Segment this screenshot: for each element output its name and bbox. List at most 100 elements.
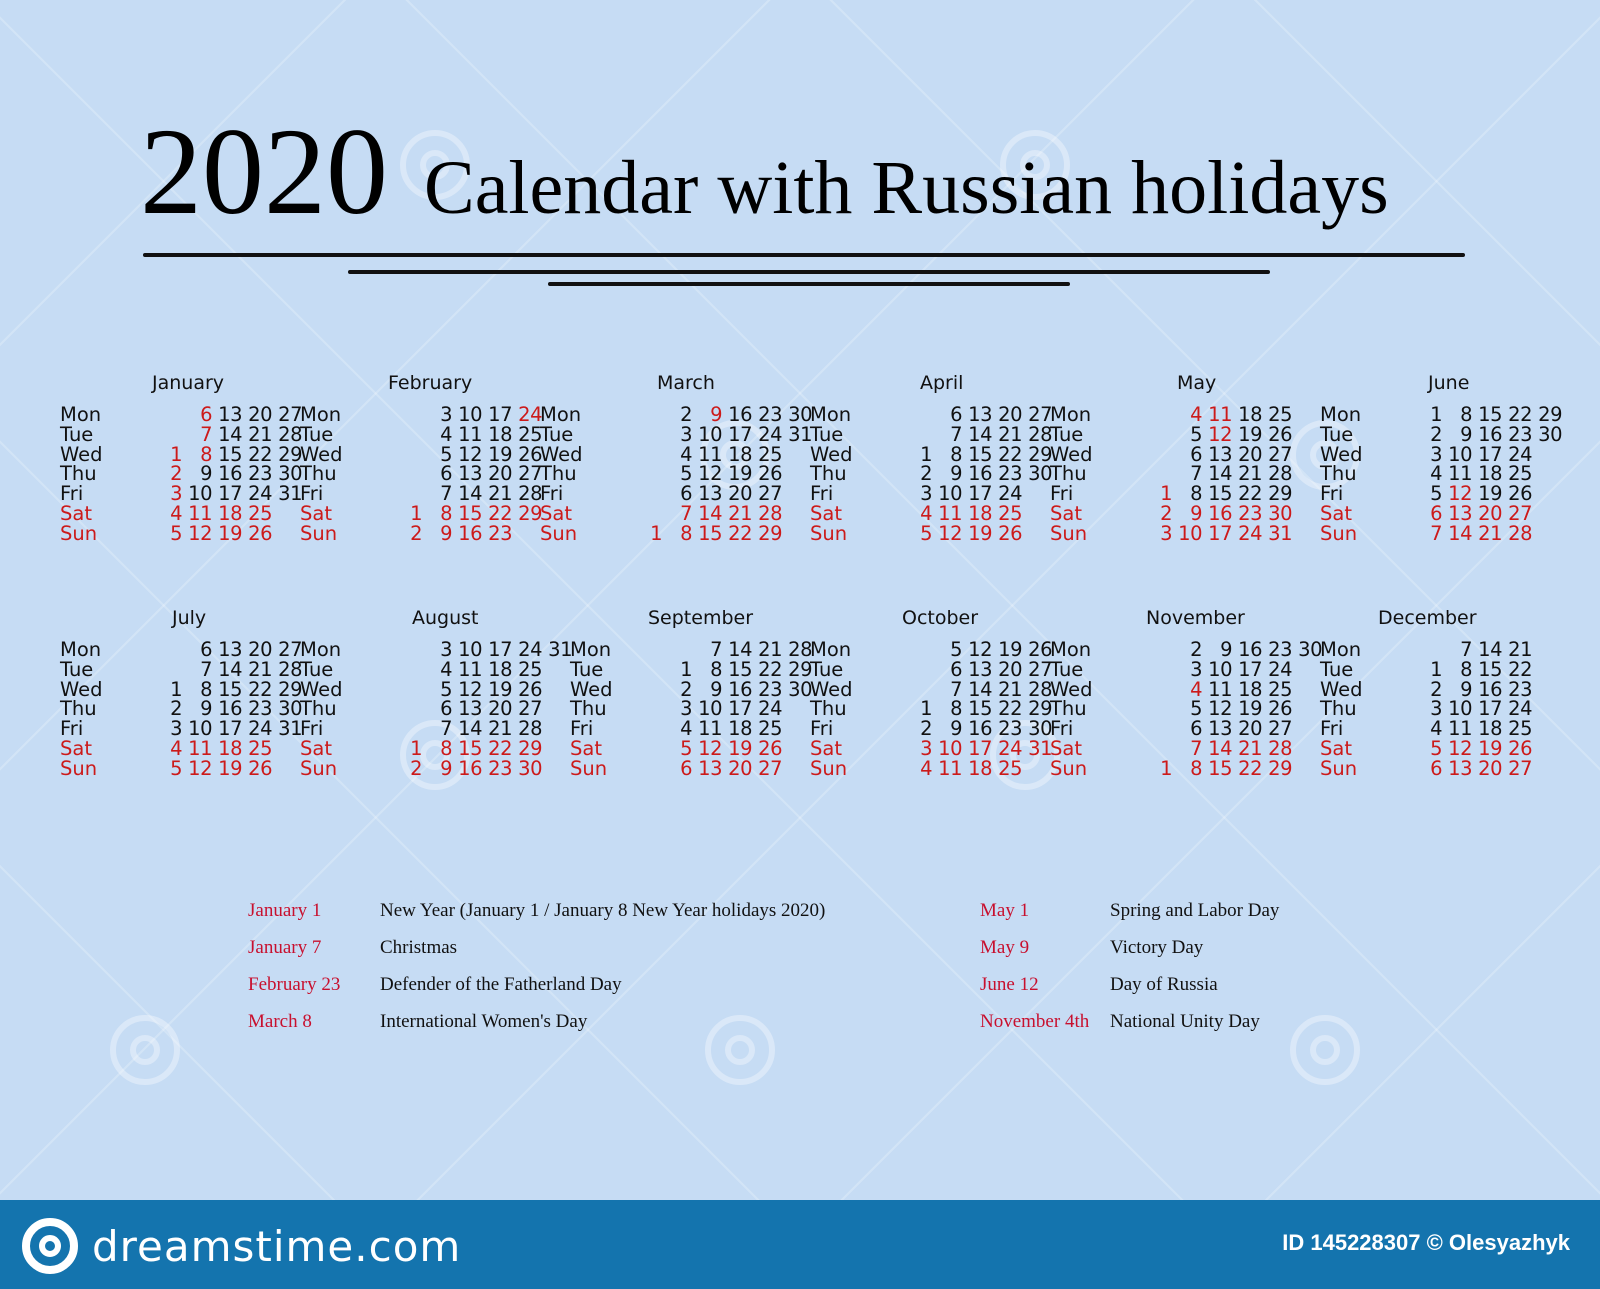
day-cell[interactable]: 30 bbox=[1022, 719, 1052, 739]
day-cell[interactable]: 3 bbox=[1142, 523, 1172, 544]
day-cell[interactable]: 14 bbox=[452, 484, 482, 504]
day-cell[interactable]: 24 bbox=[992, 484, 1022, 504]
day-cell[interactable]: 14 bbox=[722, 640, 752, 660]
day-cell[interactable]: 19 bbox=[212, 523, 242, 544]
day-cell[interactable]: 4 bbox=[152, 739, 182, 759]
day-cell[interactable]: 28 bbox=[512, 719, 542, 739]
day-cell[interactable]: 2 bbox=[392, 758, 422, 779]
day-cell[interactable]: 15 bbox=[452, 504, 482, 524]
day-cell[interactable]: 10 bbox=[692, 424, 722, 445]
day-cell[interactable]: 5 bbox=[1412, 739, 1442, 759]
day-cell[interactable]: 27 bbox=[1022, 405, 1052, 425]
day-cell[interactable]: 29 bbox=[512, 739, 542, 759]
day-cell[interactable]: 22 bbox=[1232, 758, 1262, 779]
day-cell[interactable]: 9 bbox=[692, 405, 722, 425]
day-cell[interactable]: 19 bbox=[212, 758, 242, 779]
day-cell[interactable]: 4 bbox=[902, 758, 932, 779]
day-cell[interactable]: 16 bbox=[1472, 424, 1502, 445]
day-cell[interactable]: 4 bbox=[902, 504, 932, 524]
day-cell[interactable]: 12 bbox=[962, 640, 992, 660]
day-cell[interactable]: 30 bbox=[1532, 424, 1562, 445]
day-cell[interactable]: 19 bbox=[1232, 424, 1262, 445]
day-cell[interactable]: 14 bbox=[962, 424, 992, 445]
day-cell[interactable]: 17 bbox=[212, 719, 242, 739]
day-cell[interactable]: 3 bbox=[1172, 659, 1202, 680]
day-cell[interactable]: 5 bbox=[902, 523, 932, 544]
day-cell[interactable]: 1 bbox=[1142, 758, 1172, 779]
day-cell[interactable]: 30 bbox=[1022, 464, 1052, 484]
day-cell[interactable]: 18 bbox=[482, 424, 512, 445]
day-cell[interactable]: 2 bbox=[1142, 504, 1172, 524]
day-cell[interactable]: 10 bbox=[452, 640, 482, 660]
day-cell[interactable]: 14 bbox=[212, 424, 242, 445]
day-cell[interactable]: 18 bbox=[962, 504, 992, 524]
day-cell[interactable]: 16 bbox=[452, 523, 482, 544]
day-cell[interactable]: 24 bbox=[1262, 659, 1292, 680]
day-cell[interactable]: 10 bbox=[932, 739, 962, 759]
day-cell[interactable]: 15 bbox=[452, 739, 482, 759]
day-cell[interactable]: 11 bbox=[692, 719, 722, 739]
day-cell[interactable]: 12 bbox=[1202, 424, 1232, 445]
day-cell[interactable]: 8 bbox=[422, 739, 452, 759]
day-cell[interactable]: 28 bbox=[512, 484, 542, 504]
day-cell[interactable]: 29 bbox=[512, 504, 542, 524]
day-cell[interactable]: 8 bbox=[422, 504, 452, 524]
day-cell[interactable]: 29 bbox=[1262, 484, 1292, 504]
day-cell[interactable]: 30 bbox=[782, 405, 812, 425]
day-cell[interactable]: 4 bbox=[152, 504, 182, 524]
day-cell[interactable]: 6 bbox=[1412, 504, 1442, 524]
day-cell[interactable]: 7 bbox=[182, 659, 212, 680]
day-cell[interactable]: 7 bbox=[662, 504, 692, 524]
day-cell[interactable]: 14 bbox=[1442, 523, 1472, 544]
day-cell[interactable]: 19 bbox=[992, 640, 1022, 660]
day-cell[interactable]: 28 bbox=[272, 424, 302, 445]
day-cell[interactable]: 22 bbox=[752, 659, 782, 680]
day-cell[interactable]: 17 bbox=[722, 424, 752, 445]
day-cell[interactable]: 21 bbox=[752, 640, 782, 660]
day-cell[interactable]: 31 bbox=[1262, 523, 1292, 544]
day-cell[interactable]: 5 bbox=[932, 640, 962, 660]
day-cell[interactable]: 23 bbox=[992, 719, 1022, 739]
day-cell[interactable]: 2 bbox=[662, 405, 692, 425]
day-cell[interactable]: 3 bbox=[902, 739, 932, 759]
day-cell[interactable]: 1 bbox=[1412, 405, 1442, 425]
day-cell[interactable]: 13 bbox=[1442, 504, 1472, 524]
day-cell[interactable]: 8 bbox=[1442, 659, 1472, 680]
day-cell[interactable]: 11 bbox=[452, 659, 482, 680]
day-cell[interactable]: 29 bbox=[1532, 405, 1562, 425]
day-cell[interactable]: 26 bbox=[1022, 640, 1052, 660]
day-cell[interactable]: 11 bbox=[182, 739, 212, 759]
day-cell[interactable]: 15 bbox=[1472, 659, 1502, 680]
day-cell[interactable]: 22 bbox=[1502, 405, 1532, 425]
day-cell[interactable]: 8 bbox=[1442, 405, 1472, 425]
day-cell[interactable]: 14 bbox=[692, 504, 722, 524]
day-cell[interactable]: 9 bbox=[932, 719, 962, 739]
day-cell[interactable]: 11 bbox=[932, 758, 962, 779]
day-cell[interactable]: 3 bbox=[152, 719, 182, 739]
day-cell[interactable]: 1 bbox=[662, 659, 692, 680]
day-cell[interactable]: 26 bbox=[1502, 484, 1532, 504]
day-cell[interactable]: 21 bbox=[242, 659, 272, 680]
day-cell[interactable]: 19 bbox=[962, 523, 992, 544]
day-cell[interactable]: 31 bbox=[782, 424, 812, 445]
day-cell[interactable]: 19 bbox=[1472, 739, 1502, 759]
day-cell[interactable]: 29 bbox=[1262, 758, 1292, 779]
day-cell[interactable]: 20 bbox=[242, 405, 272, 425]
day-cell[interactable]: 5 bbox=[1412, 484, 1442, 504]
day-cell[interactable]: 15 bbox=[1472, 405, 1502, 425]
day-cell[interactable]: 3 bbox=[422, 640, 452, 660]
day-cell[interactable]: 31 bbox=[1022, 739, 1052, 759]
day-cell[interactable]: 19 bbox=[722, 739, 752, 759]
day-cell[interactable]: 3 bbox=[902, 484, 932, 504]
day-cell[interactable]: 28 bbox=[1502, 523, 1532, 544]
day-cell[interactable]: 29 bbox=[782, 659, 812, 680]
day-cell[interactable]: 21 bbox=[722, 504, 752, 524]
day-cell[interactable]: 21 bbox=[242, 424, 272, 445]
day-cell[interactable]: 24 bbox=[752, 424, 782, 445]
day-cell[interactable]: 17 bbox=[962, 484, 992, 504]
day-cell[interactable]: 26 bbox=[242, 758, 272, 779]
day-cell[interactable]: 31 bbox=[272, 484, 302, 504]
day-cell[interactable]: 12 bbox=[1442, 484, 1472, 504]
day-cell[interactable]: 20 bbox=[1472, 758, 1502, 779]
day-cell[interactable]: 16 bbox=[722, 405, 752, 425]
